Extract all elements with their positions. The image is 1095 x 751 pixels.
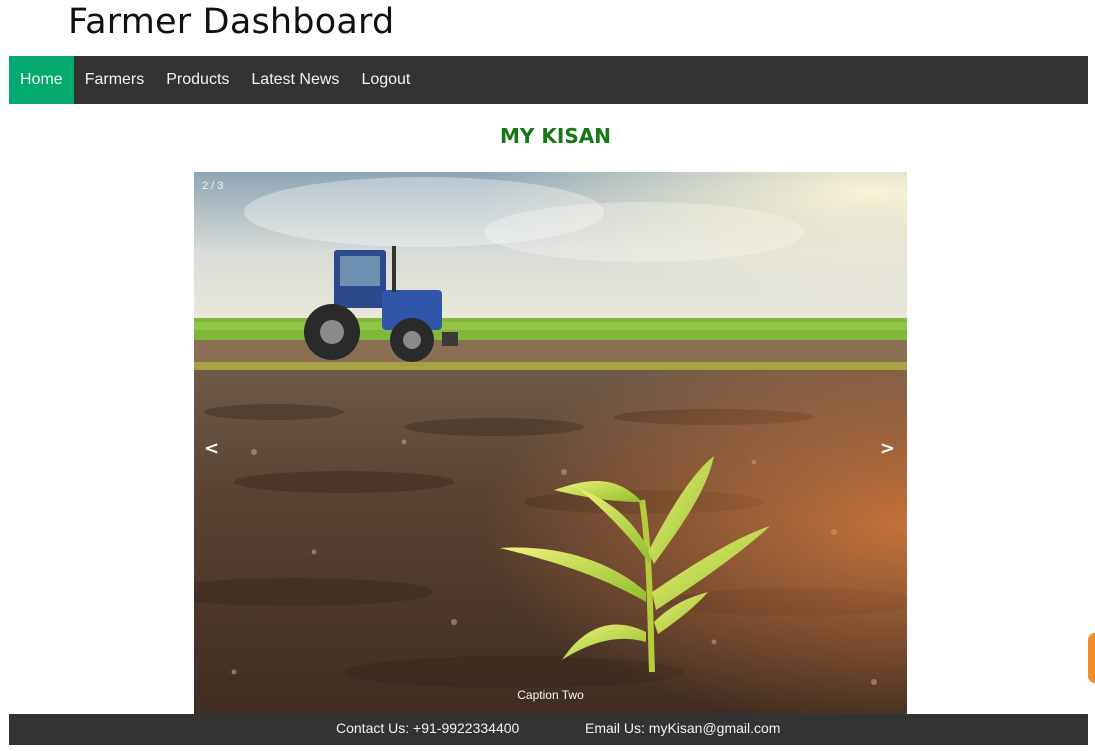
footer-email: Email Us: myKisan@gmail.com bbox=[585, 720, 781, 736]
nav-home[interactable]: Home bbox=[9, 56, 74, 104]
slide-next-button[interactable]: > bbox=[880, 440, 895, 458]
brand-heading: MY KISAN bbox=[500, 124, 611, 148]
feedback-side-tab[interactable] bbox=[1088, 633, 1095, 683]
footer: Contact Us: +91-9922334400 Email Us: myK… bbox=[9, 714, 1088, 745]
nav-latest-news[interactable]: Latest News bbox=[240, 56, 350, 104]
image-slideshow: 2 / 3 < > Caption Two bbox=[194, 172, 907, 714]
nav-logout[interactable]: Logout bbox=[350, 56, 421, 104]
nav-farmers[interactable]: Farmers bbox=[74, 56, 156, 104]
top-navbar: Home Farmers Products Latest News Logout bbox=[9, 56, 1088, 104]
footer-contact: Contact Us: +91-9922334400 bbox=[336, 720, 520, 736]
nav-products[interactable]: Products bbox=[155, 56, 240, 104]
slide-prev-button[interactable]: < bbox=[204, 440, 219, 458]
slide-caption: Caption Two bbox=[517, 688, 584, 702]
slide-counter: 2 / 3 bbox=[202, 180, 224, 192]
page-title: Farmer Dashboard bbox=[68, 2, 395, 42]
farm-field-image bbox=[194, 172, 907, 714]
